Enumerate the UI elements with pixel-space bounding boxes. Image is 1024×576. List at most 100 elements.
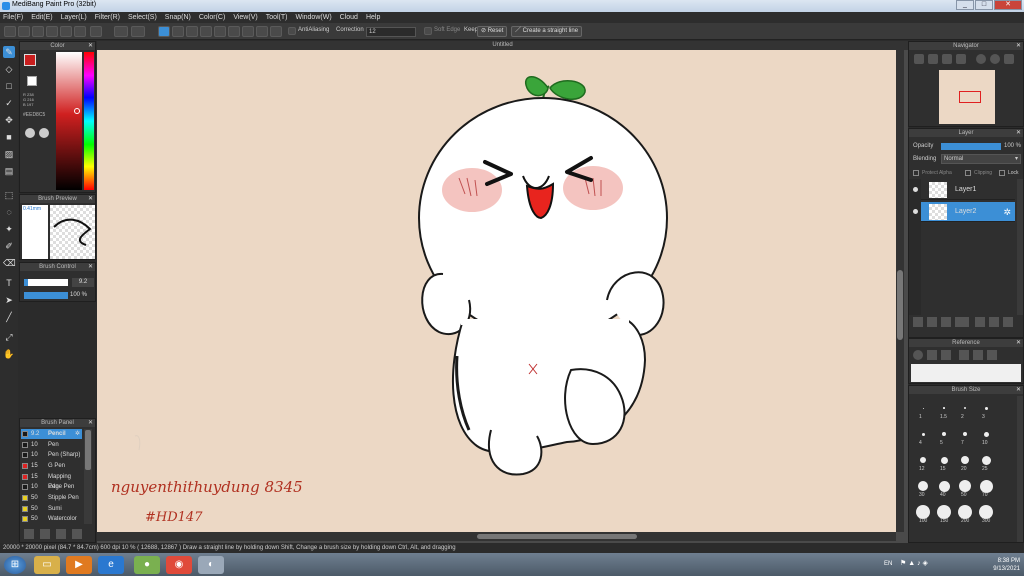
correction-select[interactable]: 12 (366, 27, 416, 37)
drawing-canvas[interactable]: nguyenthithuydung 8345 #HD147 (97, 50, 896, 532)
snap-ellipse-icon[interactable] (256, 26, 268, 37)
chrome-icon[interactable]: ◉ (166, 556, 192, 574)
snap-radial2-icon[interactable] (228, 26, 240, 37)
layer-list-scrollbar[interactable] (1017, 179, 1023, 315)
brush-size-dot[interactable] (938, 480, 950, 492)
fill-tool-icon[interactable]: ▨ (3, 148, 15, 160)
layer-menu-icon[interactable] (955, 317, 969, 327)
new-halftone-layer-icon[interactable] (927, 317, 937, 327)
select-pen-icon[interactable]: ✐ (3, 240, 15, 252)
menu-color[interactable]: Color(C) (199, 14, 225, 21)
gear-icon[interactable]: ✲ (1003, 207, 1011, 218)
delete-layer-icon[interactable] (989, 317, 999, 327)
new-8bit-layer-icon[interactable] (941, 317, 951, 327)
brush-item-pen[interactable]: 10 Pen (21, 440, 82, 450)
brush-menu-icon[interactable] (40, 529, 50, 539)
close-icon[interactable]: ✕ (88, 263, 93, 271)
horizontal-scroll-thumb[interactable] (477, 534, 637, 539)
brush-opacity-slider[interactable] (24, 292, 68, 299)
brush-size-dot[interactable] (983, 431, 989, 437)
eyedropper-icon[interactable]: ⤢ (3, 331, 15, 343)
home-icon[interactable] (4, 26, 16, 37)
folder-icon[interactable] (975, 317, 985, 327)
primary-color-swatch[interactable] (24, 54, 36, 66)
secondary-color-swatch[interactable] (27, 76, 37, 86)
brush-size-dot[interactable] (979, 505, 993, 519)
reference-fit-icon[interactable] (973, 350, 983, 360)
flip-icon[interactable] (1004, 54, 1014, 64)
hand-tool-icon[interactable]: ✋ (3, 348, 15, 360)
brush-item-sumi[interactable]: 50 Sumi (21, 504, 82, 514)
close-icon[interactable]: ✕ (1016, 42, 1021, 50)
brush-item-edge-pen[interactable]: 10 Edge Pen (21, 482, 82, 492)
clock[interactable]: 8:38 PM 9/13/2021 (993, 557, 1020, 573)
reset-button[interactable]: ⊘ Reset (477, 26, 508, 37)
reference-view[interactable] (911, 364, 1021, 382)
select-eraser-icon[interactable]: ⌫ (3, 257, 16, 269)
eye-icon[interactable] (913, 209, 918, 214)
redo-icon[interactable] (131, 26, 145, 37)
reference-close-icon[interactable] (941, 350, 951, 360)
snap-cross-icon[interactable] (186, 26, 198, 37)
brush-item-mapping-pen[interactable]: 15 Mapping Pen (21, 472, 82, 490)
brush-size-slider[interactable] (24, 279, 68, 286)
internet-explorer-icon[interactable]: e (98, 556, 124, 574)
grid-icon[interactable] (74, 26, 86, 37)
brush-size-dot[interactable] (921, 432, 925, 436)
snap-parallel-icon[interactable] (172, 26, 184, 37)
gear-icon[interactable]: ✲ (75, 429, 80, 439)
color-history-icon[interactable] (39, 128, 49, 138)
vertical-scroll-thumb[interactable] (897, 270, 903, 340)
cloud-save-icon[interactable] (60, 26, 72, 37)
menu-layer[interactable]: Layer(L) (61, 14, 87, 21)
layout-icon[interactable] (90, 26, 102, 37)
add-brush-icon[interactable] (24, 529, 34, 539)
close-icon[interactable]: ✕ (88, 42, 93, 50)
brush-size-dot[interactable] (937, 505, 951, 519)
minimize-button[interactable]: _ (956, 0, 974, 10)
brush-item-pen-sharp[interactable]: 10 Pen (Sharp) (21, 450, 82, 460)
brush-tool-icon[interactable]: ✎ (3, 46, 15, 58)
navigator-viewport[interactable] (959, 91, 981, 103)
opacity-slider[interactable] (941, 143, 1001, 150)
rotate-right-icon[interactable] (990, 54, 1000, 64)
protect-alpha-checkbox[interactable] (913, 170, 919, 176)
brush-size-dot[interactable] (958, 505, 972, 519)
brush-item-pencil[interactable]: 9.2 Pencil ✲ (21, 429, 82, 439)
brush-size-dot[interactable] (943, 407, 945, 409)
rotate-left-icon[interactable] (976, 54, 986, 64)
brush-size-dot[interactable] (981, 455, 991, 465)
snap-radial-icon[interactable] (214, 26, 226, 37)
eraser-tool-icon[interactable]: ◇ (3, 63, 15, 75)
move-tool-icon[interactable]: ✥ (3, 114, 15, 126)
brush-item-watercolor[interactable]: 50 Watercolor (21, 514, 82, 524)
brush-item-g-pen[interactable]: 15 G Pen (21, 461, 82, 471)
menu-snap[interactable]: Snap(N) (165, 14, 191, 21)
navigator-preview[interactable] (939, 70, 995, 124)
brush-size-dot[interactable] (922, 407, 924, 409)
close-icon[interactable]: ✕ (88, 419, 93, 427)
menu-window[interactable]: Window(W) (295, 14, 331, 21)
operation-tool-icon[interactable]: ➤ (3, 294, 15, 306)
magic-wand-icon[interactable]: ✦ (3, 223, 15, 235)
canvas-horizontal-scrollbar[interactable] (97, 532, 896, 541)
tray-icons[interactable]: ⚑ ▲ ♪ ◈ (900, 559, 928, 567)
new-layer-icon[interactable] (913, 317, 923, 327)
menu-edit[interactable]: Edit(E) (31, 14, 52, 21)
brush-size-value[interactable]: 9.2 (72, 278, 94, 287)
brush-item-stipple-pen[interactable]: 50 Stipple Pen (21, 493, 82, 503)
menu-file[interactable]: File(F) (3, 14, 23, 21)
actual-size-icon[interactable] (956, 54, 966, 64)
snap-off-icon[interactable] (158, 26, 170, 37)
app-icon-green[interactable]: ● (134, 556, 160, 574)
fit-icon[interactable] (942, 54, 952, 64)
brush-size-dot[interactable] (961, 456, 969, 464)
hue-slider[interactable] (84, 52, 94, 190)
select-tool-icon[interactable]: ⬚ (3, 189, 15, 201)
menu-cloud[interactable]: Cloud (340, 14, 358, 21)
media-player-icon[interactable]: ▶ (66, 556, 92, 574)
lock-checkbox[interactable] (999, 170, 1005, 176)
menu-help[interactable]: Help (366, 14, 380, 21)
reference-zoom-out-icon[interactable] (987, 350, 997, 360)
medibang-taskbar-icon[interactable]: ◐ (198, 556, 224, 574)
